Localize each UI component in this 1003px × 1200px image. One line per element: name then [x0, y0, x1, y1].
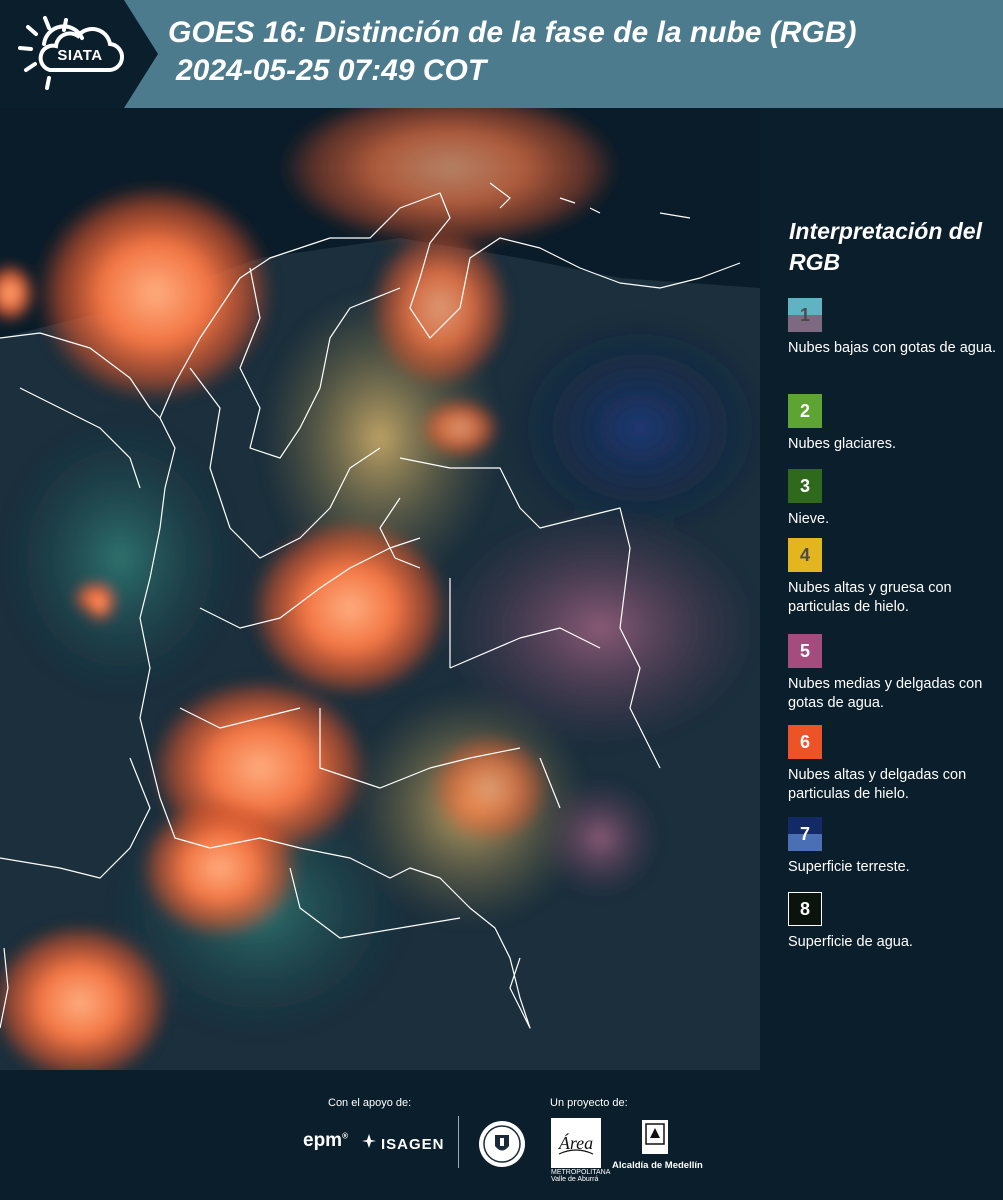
- legend-description: Nubes altas y delgadas con particulas de…: [788, 767, 967, 802]
- legend-item: 4 Nubes altas y gruesa con particulas de…: [788, 538, 1000, 617]
- legend-item: 6 Nubes altas y delgadas con particulas …: [788, 725, 1000, 804]
- area-metropolitana-logo[interactable]: Área: [551, 1118, 601, 1168]
- legend-item: 5 Nubes medias y delgadas con gotas de a…: [788, 634, 1000, 713]
- legend-description: Nubes bajas con gotas de agua.: [788, 340, 996, 356]
- legend-item: 1 Nubes bajas con gotas de agua.: [788, 298, 1000, 358]
- support-label: Con el apoyo de:: [328, 1097, 412, 1109]
- epm-logo[interactable]: epm®: [303, 1130, 348, 1152]
- footer-bar: Con el apoyo de: Un proyecto de: epm® IS…: [0, 1070, 1003, 1200]
- legend-item: 8 Superficie de agua.: [788, 892, 1000, 952]
- swatch-number: 2: [799, 400, 810, 421]
- area-metropolitana-name: METROPOLITANA Valle de Aburrá: [551, 1169, 610, 1183]
- swatch-number: 4: [799, 544, 810, 565]
- legend-title: Interpretación del RGB: [789, 218, 982, 275]
- swatch-number: 7: [799, 823, 810, 844]
- legend-swatch: 8: [788, 892, 822, 926]
- isagen-text: ISAGEN: [381, 1136, 445, 1153]
- title-timestamp: 2024-05-25 07:49 COT: [176, 54, 487, 87]
- swatch-number: 3: [799, 475, 810, 496]
- legend-description: Nubes glaciares.: [788, 436, 896, 452]
- legend-description: Superficie de agua.: [788, 934, 913, 950]
- seal-icon[interactable]: [478, 1120, 526, 1168]
- legend-item: 7 Superficie terreste.: [788, 817, 1000, 877]
- legend-description: Nubes altas y gruesa con particulas de h…: [788, 580, 952, 615]
- siata-logo[interactable]: SIATA: [0, 0, 158, 108]
- swatch-number: 1: [799, 304, 810, 325]
- legend-description: Superficie terreste.: [788, 859, 910, 875]
- page-title: GOES 16: Distinción de la fase de la nub…: [168, 14, 856, 90]
- satellite-image: [0, 108, 760, 1070]
- legend-swatch: 2: [788, 394, 822, 428]
- satellite-map[interactable]: [0, 108, 760, 1070]
- legend-swatch: 1: [788, 298, 822, 332]
- legend-swatch: 3: [788, 469, 822, 503]
- legend-swatch: 4: [788, 538, 822, 572]
- legend-swatch: 6: [788, 725, 822, 759]
- title-product: GOES 16: Distinción de la fase de la nub…: [168, 16, 857, 49]
- logo-text: SIATA: [57, 47, 103, 64]
- area-logo-mark: Área: [558, 1132, 594, 1155]
- swatch-number: 8: [799, 898, 810, 919]
- legend-description: Nubes medias y delgadas con gotas de agu…: [788, 676, 983, 711]
- legend-item: 3 Nieve.: [788, 469, 1000, 529]
- swatch-number: 6: [799, 731, 810, 752]
- footer-divider: [458, 1116, 459, 1168]
- legend-item: 2 Nubes glaciares.: [788, 394, 1000, 454]
- alcaldia-shield-icon[interactable]: [640, 1118, 670, 1156]
- legend-swatch: 5: [788, 634, 822, 668]
- isagen-icon: [362, 1134, 376, 1148]
- epm-text: epm: [303, 1130, 343, 1151]
- isagen-logo[interactable]: ISAGEN: [361, 1133, 445, 1153]
- legend-panel: Interpretación del RGB 1 Nubes bajas con…: [760, 108, 1003, 1070]
- swatch-number: 5: [799, 640, 810, 661]
- project-label: Un proyecto de:: [550, 1097, 628, 1109]
- legend-description: Nieve.: [788, 511, 830, 527]
- header-bar: SIATA GOES 16: Distinción de la fase de …: [0, 0, 1003, 108]
- epm-mark: ®: [342, 1131, 348, 1141]
- legend-swatch: 7: [788, 817, 822, 851]
- alcaldia-name: Alcaldía de Medellín: [612, 1160, 703, 1171]
